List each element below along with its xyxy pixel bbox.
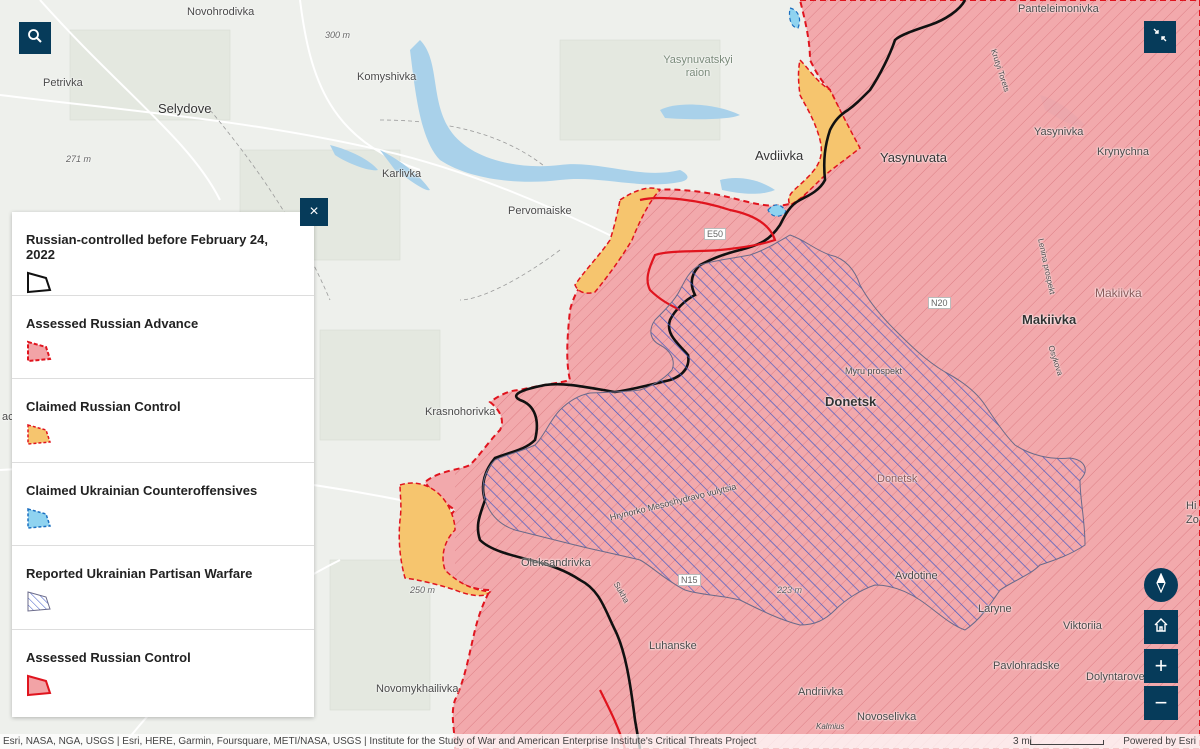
place-label: Viktoriia bbox=[1063, 620, 1102, 632]
place-label: Yasynuvata bbox=[880, 150, 947, 165]
close-icon: × bbox=[309, 203, 319, 220]
elevation-label: 271 m bbox=[66, 154, 92, 164]
legend-item: Assessed Russian Control bbox=[12, 630, 314, 714]
place-label: Pavlohradske bbox=[993, 660, 1060, 672]
place-label: Novohrodivka bbox=[187, 6, 255, 18]
legend-item: Russian-controlled before February 24, 2… bbox=[12, 212, 314, 296]
place-label: Laryne bbox=[978, 603, 1012, 615]
place-label: Dolyntarove bbox=[1086, 671, 1145, 683]
place-label: Donetsk bbox=[825, 394, 877, 409]
place-label: Avdiivka bbox=[755, 148, 804, 163]
place-label: Hi bbox=[1186, 500, 1197, 512]
scale-bar bbox=[1030, 740, 1104, 745]
elevation-label: 300 m bbox=[325, 30, 351, 40]
place-label: Andriivka bbox=[798, 686, 844, 698]
legend-label: Russian-controlled before February 24, 2… bbox=[26, 232, 269, 262]
powered-by-link[interactable]: Powered by Esri bbox=[1123, 734, 1196, 749]
place-label: Krasnohorivka bbox=[425, 406, 496, 418]
place-label: Makiivka bbox=[1022, 312, 1077, 327]
counteroffensive-swatch bbox=[27, 507, 52, 529]
legend-item: Claimed Russian Control bbox=[12, 379, 314, 463]
minus-icon: − bbox=[1154, 690, 1168, 715]
russian-advance-swatch bbox=[27, 340, 52, 362]
place-label: Novomykhailivka bbox=[376, 683, 459, 695]
place-label: Yasynivka bbox=[1034, 126, 1084, 138]
zoom-in-button[interactable]: + bbox=[1144, 649, 1178, 683]
river-label: Kalmius bbox=[816, 722, 845, 731]
place-label: Karlivka bbox=[382, 168, 422, 180]
legend-panel: Russian-controlled before February 24, 2… bbox=[12, 212, 314, 717]
compass-button[interactable] bbox=[1144, 568, 1178, 602]
compass-icon bbox=[1155, 572, 1167, 598]
place-label: Pervomaiske bbox=[508, 205, 572, 217]
claimed-russian-swatch bbox=[27, 424, 52, 445]
attribution-text: Esri, NASA, NGA, USGS | Esri, HERE, Garm… bbox=[3, 736, 757, 747]
legend-label: Assessed Russian Control bbox=[26, 649, 191, 665]
plus-icon: + bbox=[1154, 653, 1168, 678]
place-label: Donetsk bbox=[877, 473, 918, 485]
place-label: Krynychna bbox=[1097, 146, 1149, 158]
legend-item: Reported Ukrainian Partisan Warfare bbox=[12, 546, 314, 630]
place-label: Makiivka bbox=[1095, 286, 1142, 300]
search-button[interactable] bbox=[19, 22, 51, 54]
road-shield: E50 bbox=[704, 228, 727, 240]
legend-label: Reported Ukrainian Partisan Warfare bbox=[26, 566, 253, 581]
legend-label: Claimed Russian Control bbox=[26, 399, 181, 414]
elevation-label: 223 m bbox=[777, 585, 803, 595]
place-label: Avdotine bbox=[895, 570, 938, 582]
place-label: Zo bbox=[1186, 514, 1199, 526]
place-label: Komyshivka bbox=[357, 71, 417, 83]
road-shield: N15 bbox=[678, 574, 701, 586]
zoom-out-button[interactable]: − bbox=[1144, 686, 1178, 720]
legend-label: Assessed Russian Advance bbox=[26, 315, 199, 331]
collapse-icon bbox=[1153, 28, 1167, 47]
legend-item: Claimed Ukrainian Counteroffensives bbox=[12, 463, 314, 546]
legend-item: Assessed Russian Advance bbox=[12, 296, 314, 379]
home-icon bbox=[1153, 617, 1169, 638]
legend-close-button[interactable]: × bbox=[300, 198, 328, 226]
collapse-button[interactable] bbox=[1144, 21, 1176, 53]
place-label: Petrivka bbox=[43, 77, 83, 89]
place-label: Novoselivka bbox=[857, 711, 917, 723]
region-label: Yasynuvatskyi raion bbox=[663, 54, 733, 79]
place-label: Luhanske bbox=[649, 640, 697, 652]
partisan-swatch bbox=[27, 591, 51, 612]
home-button[interactable] bbox=[1144, 610, 1178, 644]
street-label: Myru prospekt bbox=[845, 366, 903, 376]
legend-label: Claimed Ukrainian Counteroffensives bbox=[26, 482, 258, 498]
place-label: Selydove bbox=[158, 101, 212, 116]
pre-2022-swatch bbox=[27, 271, 52, 294]
russian-control-swatch bbox=[27, 674, 52, 696]
attribution-bar: Esri, NASA, NGA, USGS | Esri, HERE, Garm… bbox=[0, 734, 1200, 749]
place-label: Panteleimonivka bbox=[1018, 3, 1099, 15]
search-icon bbox=[27, 28, 43, 49]
elevation-label: 250 m bbox=[410, 585, 436, 595]
place-label: Oleksandrivka bbox=[521, 557, 591, 569]
road-shield: N20 bbox=[928, 297, 951, 309]
